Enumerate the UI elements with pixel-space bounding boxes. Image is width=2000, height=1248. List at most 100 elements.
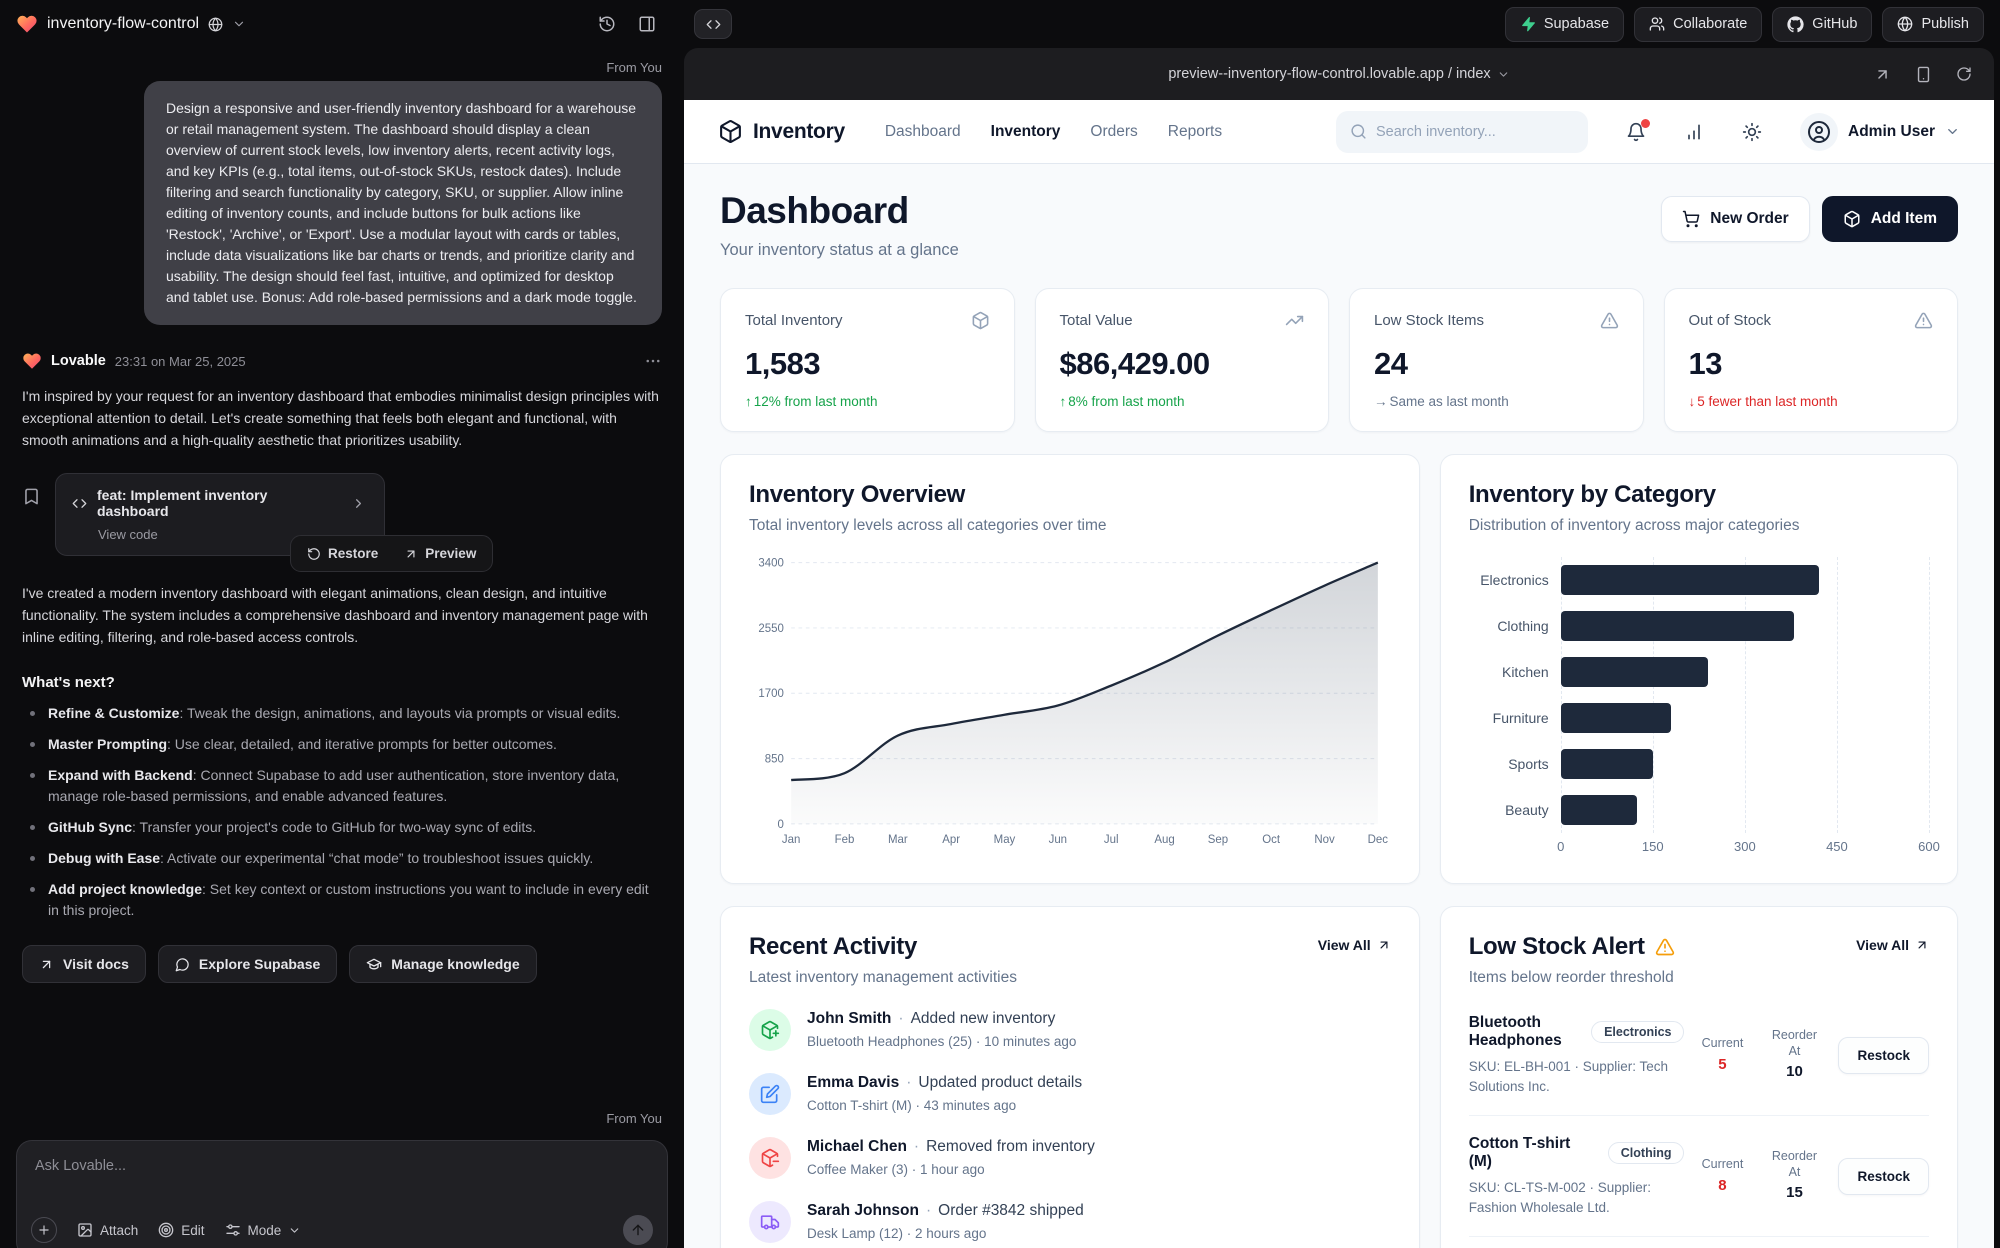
explore-supabase-button[interactable]: Explore Supabase: [158, 945, 337, 983]
bar[interactable]: [1561, 657, 1708, 687]
preview-url-bar[interactable]: preview--inventory-flow-control.lovable.…: [684, 48, 1994, 100]
activity-detail: Coffee Maker (3) · 1 hour ago: [807, 1162, 1095, 1177]
package-plus-icon: [749, 1009, 791, 1051]
next-step-item: Debug with Ease: Activate our experiment…: [22, 848, 662, 869]
assistant-name: Lovable: [51, 353, 106, 369]
svg-text:Aug: Aug: [1154, 833, 1174, 846]
activity-item[interactable]: Sarah Johnson·Order #3842 shipped Desk L…: [749, 1201, 1391, 1243]
view-all-low-stock-link[interactable]: View All: [1856, 937, 1929, 953]
search-icon: [1350, 123, 1367, 140]
nav-link-dashboard[interactable]: Dashboard: [885, 123, 961, 141]
user-icon: [1807, 120, 1831, 144]
code-view-button[interactable]: [694, 9, 732, 39]
mode-dropdown[interactable]: Mode: [225, 1222, 302, 1238]
chart-title: Inventory Overview: [749, 481, 1391, 509]
bookmark-icon[interactable]: [22, 487, 41, 556]
history-icon[interactable]: [598, 15, 616, 33]
recent-activity-subtitle: Latest inventory management activities: [749, 969, 1017, 987]
avatar: [1800, 113, 1838, 151]
manage-knowledge-button[interactable]: Manage knowledge: [349, 945, 536, 983]
theme-toggle-sun-icon[interactable]: [1742, 122, 1762, 142]
kpi-delta: ↓5 fewer than last month: [1689, 394, 1934, 409]
activity-item[interactable]: John Smith·Added new inventory Bluetooth…: [749, 1009, 1391, 1051]
kpi-value: $86,429.00: [1060, 346, 1305, 382]
activity-item[interactable]: Emma Davis·Updated product details Cotto…: [749, 1073, 1391, 1115]
bar[interactable]: [1561, 703, 1671, 733]
category-badge: Electronics: [1591, 1021, 1684, 1043]
view-all-activity-link[interactable]: View All: [1318, 937, 1391, 953]
version-block: feat: Implement inventory dashboard View…: [22, 473, 662, 556]
activity-detail: Cotton T-shirt (M) · 43 minutes ago: [807, 1098, 1082, 1113]
attach-button[interactable]: Attach: [77, 1222, 138, 1238]
lovable-heart-icon: [16, 13, 38, 35]
collaborate-users-icon: [1649, 16, 1665, 32]
bar-category-label: Furniture: [1469, 710, 1561, 726]
alert-triangle-icon: [1655, 937, 1675, 957]
collaborate-button[interactable]: Collaborate: [1634, 7, 1762, 42]
activity-item[interactable]: Michael Chen·Removed from inventory Coff…: [749, 1137, 1391, 1179]
from-you-label: From You: [22, 60, 662, 75]
svg-text:Sep: Sep: [1208, 833, 1229, 846]
restock-button[interactable]: Restock: [1838, 1037, 1929, 1074]
package-icon: [971, 311, 990, 330]
svg-text:Apr: Apr: [942, 833, 960, 846]
notifications-bell-icon[interactable]: [1626, 122, 1646, 142]
message-circle-icon: [175, 957, 190, 972]
activity-action: Updated product details: [918, 1074, 1082, 1091]
github-button[interactable]: GitHub: [1772, 7, 1872, 42]
visit-docs-button[interactable]: Visit docs: [22, 945, 146, 983]
restore-button[interactable]: Restore: [295, 540, 390, 567]
new-order-button[interactable]: New Order: [1661, 196, 1809, 242]
refresh-icon[interactable]: [1956, 66, 1972, 82]
send-button[interactable]: [623, 1215, 653, 1245]
open-external-icon[interactable]: [1874, 66, 1891, 83]
inventory-by-category-card: Inventory by Category Distribution of in…: [1440, 454, 1958, 884]
project-menu[interactable]: inventory-flow-control: [16, 13, 246, 35]
bar[interactable]: [1561, 749, 1653, 779]
nav-link-inventory[interactable]: Inventory: [991, 123, 1061, 141]
nav-link-reports[interactable]: Reports: [1168, 123, 1222, 141]
supabase-button[interactable]: Supabase: [1505, 7, 1624, 42]
kpi-value: 13: [1689, 346, 1934, 382]
add-context-button[interactable]: [31, 1217, 57, 1243]
recent-activity-title: Recent Activity: [749, 933, 1017, 961]
preview-pane: preview--inventory-flow-control.lovable.…: [684, 48, 1994, 1248]
bar-category-label: Beauty: [1469, 802, 1561, 818]
app-brand[interactable]: Inventory: [718, 119, 845, 144]
bar-category-label: Clothing: [1469, 618, 1561, 634]
lovable-heart-icon: [22, 351, 42, 371]
bar[interactable]: [1561, 611, 1794, 641]
toggle-panel-icon[interactable]: [638, 15, 656, 33]
svg-text:Nov: Nov: [1314, 833, 1334, 846]
kpi-delta: ↑8% from last month: [1060, 394, 1305, 409]
publish-button[interactable]: Publish: [1882, 7, 1984, 42]
analytics-bar-chart-icon[interactable]: [1684, 122, 1704, 142]
search-box[interactable]: [1336, 111, 1588, 153]
add-item-button[interactable]: Add Item: [1822, 196, 1958, 242]
nav-link-orders[interactable]: Orders: [1090, 123, 1137, 141]
low-stock-item: Coffee Maker Kitchen SKU: KT-CM-003 · Su…: [1469, 1237, 1929, 1248]
message-options-icon[interactable]: [644, 352, 662, 370]
restock-button[interactable]: Restock: [1838, 1158, 1929, 1195]
package-minus-icon: [749, 1137, 791, 1179]
bar-category-label: Electronics: [1469, 572, 1561, 588]
preview-button[interactable]: Preview: [392, 540, 488, 567]
chat-input[interactable]: [35, 1158, 649, 1174]
kpi-card: Low Stock Items 24 →Same as last month: [1349, 288, 1644, 432]
low-stock-item: Cotton T-shirt (M) Clothing SKU: CL-TS-M…: [1469, 1116, 1929, 1237]
next-steps-list: Refine & Customize: Tweak the design, an…: [22, 703, 662, 921]
bar[interactable]: [1561, 795, 1638, 825]
user-menu[interactable]: Admin User: [1800, 113, 1960, 151]
svg-text:1700: 1700: [758, 687, 784, 700]
svg-text:2550: 2550: [758, 622, 784, 635]
edit-select-button[interactable]: Edit: [158, 1222, 204, 1238]
plus-icon: [37, 1223, 51, 1237]
reorder-stat: Reorder At10: [1766, 1028, 1822, 1082]
kpi-value: 24: [1374, 346, 1619, 382]
whats-next-title: What's next?: [22, 674, 662, 691]
activity-action: Removed from inventory: [926, 1138, 1095, 1155]
mobile-view-icon[interactable]: [1915, 66, 1932, 83]
assistant-summary-paragraph: I've created a modern inventory dashboar…: [22, 582, 662, 648]
bar[interactable]: [1561, 565, 1819, 595]
search-input[interactable]: [1376, 124, 1574, 140]
